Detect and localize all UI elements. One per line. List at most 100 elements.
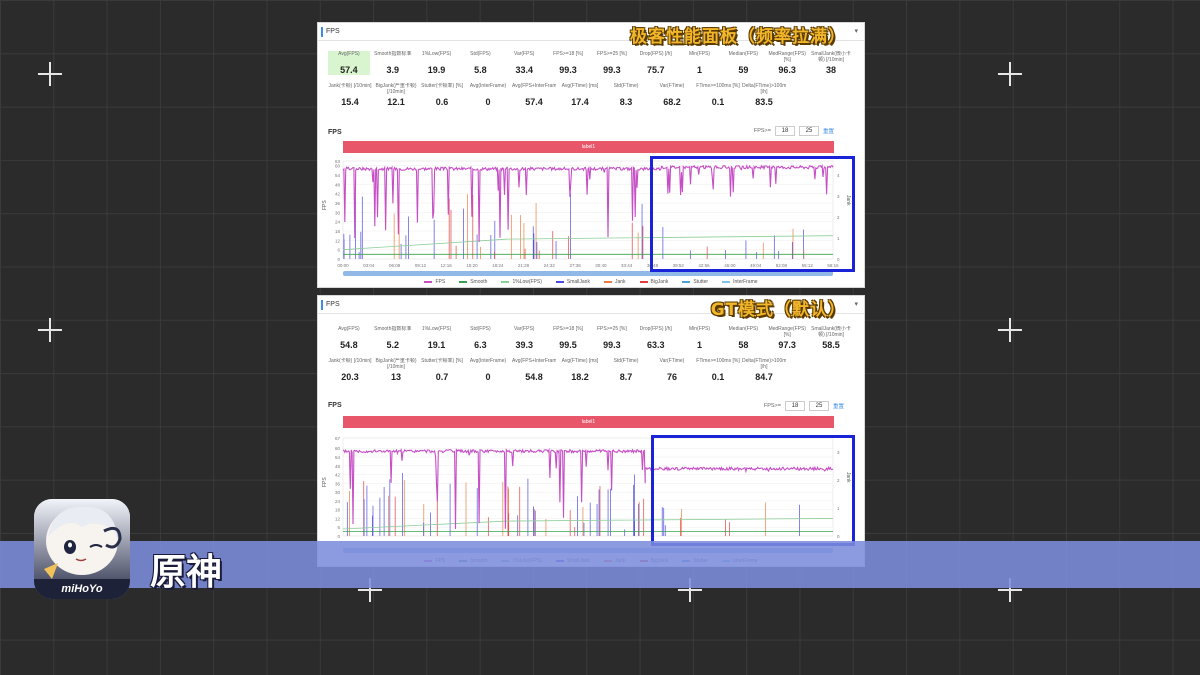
stat-label: Avg(InterFrame) — [469, 83, 507, 89]
stat-label: Min(FPS) — [688, 326, 711, 332]
legend-swatch — [459, 281, 468, 283]
legend-item[interactable]: BigJank — [639, 279, 668, 285]
stat-label: Var(FPS) — [513, 326, 535, 332]
fps-filter-label: FPS>= — [763, 403, 781, 409]
stat-cell: Smooth指数标准 3.9 — [372, 51, 414, 75]
stats-grid: Avg(FPS) 54.8 Smooth指数标准 5.2 1%Low(FPS) 19.1 S… — [328, 326, 854, 382]
label-bar[interactable]: label1 — [343, 416, 834, 428]
stat-cell: Avg(InterFrame) 0 — [466, 83, 510, 107]
y-tick-label: 0 — [337, 257, 340, 262]
stat-label: Median(FPS) — [728, 51, 759, 57]
stat-value: 59 — [738, 65, 749, 75]
fps-threshold-input-2[interactable]: 25 — [808, 401, 829, 411]
collapse-icon[interactable]: ▾ — [854, 296, 858, 314]
stat-label: FPS>=18 [%] — [553, 51, 583, 57]
stat-label: SmallJank(微小卡顿) [/10min] — [811, 326, 851, 338]
y-tick-label: 18 — [335, 229, 341, 234]
stat-value: 20.3 — [341, 372, 359, 382]
stat-value: 15.4 — [341, 97, 359, 107]
stat-label: Stutter(卡顿率) [%] — [421, 358, 463, 364]
stat-label: 1%Low(FPS) — [421, 51, 452, 57]
legend-label: InterFrame — [733, 279, 758, 285]
stat-value: 0 — [485, 372, 491, 382]
stat-label: Var(FTime) — [659, 83, 685, 89]
highlight-box — [650, 156, 855, 272]
collapse-icon[interactable]: ▾ — [854, 23, 858, 41]
stat-cell: Avg(FPS) 54.8 — [328, 326, 370, 350]
game-app-icon: miHoYo — [34, 499, 130, 599]
y-tick-label: 60 — [335, 446, 341, 451]
stat-cell: Avg(FTime) [ms] 18.2 — [558, 358, 602, 382]
fps-threshold-input-1[interactable]: 18 — [784, 401, 805, 411]
stat-label: MedRange(FPS)[%] — [768, 326, 806, 338]
stat-cell: 1%Low(FPS) 19.1 — [416, 326, 458, 350]
reset-link[interactable]: 重置 — [823, 127, 834, 135]
stat-value: 58 — [738, 340, 749, 350]
legend-item[interactable]: InterFrame — [722, 279, 758, 285]
legend-swatch — [424, 281, 433, 283]
stat-label: Smooth指数标准 — [374, 51, 412, 57]
grid-crosshair — [998, 62, 1022, 86]
fps-filter-controls: FPS>= 18 25 重置 — [754, 126, 834, 136]
y-axis-label: FPS — [322, 200, 328, 210]
stat-label: Std(FTime) — [613, 358, 639, 364]
stat-cell: BigJank(严重卡顿) [/10min] 13 — [374, 358, 418, 382]
stat-value: 96.3 — [778, 65, 796, 75]
legend-item[interactable]: Jank — [603, 279, 626, 285]
stat-value: 17.4 — [571, 97, 589, 107]
legend-label: Jank — [614, 279, 626, 285]
stat-label: Var(FPS) — [513, 51, 535, 57]
stat-value: 1 — [697, 65, 703, 75]
grid-crosshair — [38, 62, 62, 86]
x-tick-label: 33:44 — [621, 263, 633, 268]
stat-label: BigJank(严重卡顿) [/10min] — [375, 358, 417, 370]
legend-item[interactable]: 1%Low(FPS) — [501, 279, 542, 285]
x-tick-label: 09:12 — [415, 263, 427, 268]
legend-item[interactable]: SmallJank — [555, 279, 590, 285]
panel-header-title: FPS — [326, 28, 340, 35]
legend-item[interactable]: Smooth — [459, 279, 487, 285]
stat-value: 5.8 — [474, 65, 487, 75]
stat-value: 8.3 — [619, 97, 633, 107]
stat-value: 33.4 — [515, 65, 533, 75]
legend-item[interactable]: FPS — [424, 279, 445, 285]
x-tick-label: 21:28 — [518, 263, 530, 268]
header-accent-bar — [321, 27, 323, 37]
stat-cell: Min(FPS) 1 — [679, 51, 721, 75]
stat-cell: Delta(FTime)>100ms [/h] 84.7 — [742, 358, 786, 382]
stat-label: FTime>=100ms [%] — [696, 83, 740, 89]
y-tick-label: 36 — [335, 481, 341, 486]
stat-cell: Drop(FPS) [/h] 63.3 — [635, 326, 677, 350]
stat-cell: SmallJank(微小卡顿) [/10min] 58.5 — [810, 326, 852, 350]
game-title: 原神 — [150, 552, 223, 593]
stat-label: Avg(InterFrame) — [469, 358, 507, 364]
stat-cell: Stutter(卡顿率) [%] 0.7 — [420, 358, 464, 382]
stat-cell: Delta(FTime)>100ms [/h] 83.5 — [742, 83, 786, 107]
stat-value: 0.6 — [435, 97, 449, 107]
panel-header-title: FPS — [326, 301, 340, 308]
fps-threshold-input-2[interactable]: 25 — [798, 126, 819, 136]
y-tick-label: 30 — [335, 490, 341, 495]
stat-label: 1%Low(FPS) — [421, 326, 452, 332]
stat-value: 38 — [826, 65, 837, 75]
stat-cell: FPS>=18 [%] 99.5 — [547, 326, 589, 350]
stat-label: BigJank(严重卡顿) [/10min] — [375, 83, 417, 95]
y-tick-label: 60 — [335, 164, 341, 169]
fps-threshold-input-1[interactable]: 18 — [774, 126, 795, 136]
stats-row-1: Avg(FPS) 54.8 Smooth指数标准 5.2 1%Low(FPS) 19.1 S… — [328, 326, 854, 350]
x-tick-label: 15:20 — [466, 263, 478, 268]
stat-cell: Median(FPS) 58 — [722, 326, 764, 350]
stat-label: Drop(FPS) [/h] — [639, 326, 672, 332]
y-tick-label: 0 — [337, 534, 340, 539]
stat-label: Jank(卡顿) [/10min] — [328, 358, 372, 364]
grid-crosshair — [38, 318, 62, 342]
mode-title: GT模式（默认） — [710, 300, 846, 320]
stat-value: 8.7 — [619, 372, 633, 382]
stat-value: 58.5 — [822, 340, 840, 350]
reset-link[interactable]: 重置 — [833, 402, 844, 410]
legend-item[interactable]: Stutter — [682, 279, 708, 285]
y-tick-label: 36 — [335, 201, 341, 206]
x-tick-label: 27:36 — [569, 263, 581, 268]
label-bar[interactable]: label1 — [343, 141, 834, 153]
y-tick-label: 54 — [335, 173, 341, 178]
